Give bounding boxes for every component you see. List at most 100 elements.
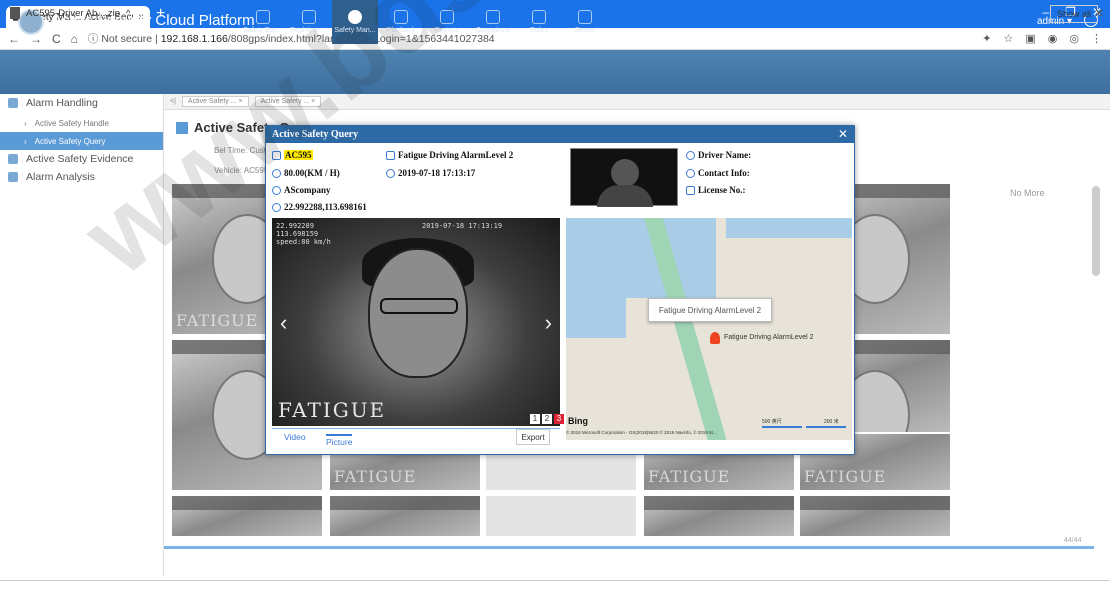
- contact-info: Contact Info:: [686, 168, 750, 178]
- playback-icon: [394, 10, 408, 24]
- alarm-marker-icon[interactable]: [710, 332, 720, 344]
- nav-real-time[interactable]: Real-time ...: [286, 0, 332, 44]
- bookmark-star-icon[interactable]: ☆: [1004, 32, 1014, 45]
- nav-label: Reports: [434, 27, 460, 34]
- map-copyright: © 2019 Microsoft Corporation - GS(2018)5…: [566, 430, 717, 435]
- page-button-active[interactable]: 3: [554, 414, 564, 424]
- page-button[interactable]: 2: [542, 414, 552, 424]
- page-button[interactable]: 1: [530, 414, 540, 424]
- sidebar-item-alarm-analysis[interactable]: Alarm Analysis: [0, 168, 163, 186]
- time-filter[interactable]: Bel Time: Custo: [214, 146, 270, 155]
- sidebar-item-active-safety-evidence[interactable]: Active Safety Evidence: [0, 150, 163, 168]
- tab-picture[interactable]: Picture: [326, 434, 353, 447]
- chevron-up-icon[interactable]: ^: [126, 8, 130, 19]
- security-label: Not secure: [101, 33, 153, 45]
- active-safety-query-dialog: Active Safety Query ✕ AC595 Fatigue Driv…: [265, 125, 855, 455]
- nav-label: Safety Man...: [334, 27, 376, 34]
- photo-timestamp: 2019-07-18 17:13:19: [422, 222, 503, 230]
- download-item[interactable]: AC595-Driver Ab....zip ^: [10, 7, 130, 19]
- person-icon: [686, 150, 695, 160]
- breadcrumb-tab[interactable]: Active Safety ... ×: [181, 96, 249, 107]
- operations-icon: [486, 10, 500, 24]
- breadcrumb-tab[interactable]: Active Safety ... ×: [254, 96, 322, 107]
- sidebar-item-alarm-handling[interactable]: Alarm Handling: [0, 94, 163, 112]
- show-all-button[interactable]: Show all: [1050, 5, 1099, 23]
- contact-label: Contact Info:: [698, 168, 750, 178]
- clock-icon: [386, 168, 395, 178]
- back-button[interactable]: ←: [8, 32, 20, 46]
- page-count: 44/44: [1064, 537, 1082, 544]
- time-info: 2019-07-18 17:13:17: [386, 168, 475, 178]
- evidence-tile[interactable]: [486, 454, 636, 490]
- tile-caption: FATIGUE: [804, 467, 887, 486]
- download-file-name: AC595-Driver Ab....zip: [26, 7, 120, 19]
- home-button[interactable]: ⌂: [71, 32, 78, 46]
- alarm-icon: [386, 150, 395, 160]
- scale-label-m: 200 米: [824, 419, 839, 425]
- nav-label: Rules: [530, 27, 548, 34]
- export-button[interactable]: Export: [516, 429, 550, 445]
- vehicle-id: AC595: [284, 150, 313, 160]
- evidence-tile[interactable]: [330, 496, 480, 536]
- evidence-tile[interactable]: [800, 496, 950, 536]
- breadcrumb-label: Active Safety ...: [260, 98, 310, 105]
- nav-safety-management[interactable]: Safety Man...: [332, 0, 378, 44]
- progress-line: [164, 546, 1094, 549]
- driver-silhouette-icon: [611, 159, 639, 187]
- nav-playback[interactable]: Playback: [378, 0, 424, 44]
- evidence-tile[interactable]: [172, 496, 322, 536]
- vehicle-filter[interactable]: Vehicle: AC595: [214, 166, 268, 175]
- breadcrumb-collapse-icon[interactable]: <|: [170, 98, 176, 105]
- url-host: 192.168.1.166: [160, 33, 228, 45]
- sidebar-item-active-safety-query[interactable]: › Active Safety Query: [0, 132, 163, 150]
- chevron-left-icon[interactable]: ‹: [280, 310, 287, 336]
- tab-video[interactable]: Video: [284, 432, 306, 442]
- nav-label: Safety Box...: [243, 27, 283, 34]
- nav-server[interactable]: Server: [562, 0, 608, 44]
- extensions: ✦ ☆ ▣ ◉ ◎ ⋮: [982, 32, 1102, 45]
- reload-button[interactable]: C: [52, 32, 61, 46]
- tile-caption: FATIGUE: [334, 467, 417, 486]
- evidence-icon: [8, 154, 18, 164]
- license-label: License No.:: [698, 185, 746, 195]
- map-popup[interactable]: Fatigue Driving AlarmLevel 2: [648, 298, 772, 322]
- shield-icon: [256, 10, 270, 24]
- location-pin-icon: [272, 202, 281, 212]
- safety-icon: [348, 10, 362, 24]
- nav-label: Server: [574, 27, 596, 34]
- company-icon: [272, 185, 281, 195]
- close-download-bar-icon[interactable]: ✕: [1094, 6, 1104, 20]
- extension-icon[interactable]: ◉: [1048, 32, 1058, 45]
- driver-name-label: Driver Name:: [698, 150, 752, 160]
- license-info: License No.:: [686, 185, 746, 195]
- driver-photo-thumbnail[interactable]: [570, 148, 678, 207]
- app-header: [0, 50, 1110, 94]
- chevron-right-icon[interactable]: ›: [545, 310, 552, 336]
- sidebar-item-active-safety-handle[interactable]: › Active Safety Handle: [0, 114, 163, 132]
- nav-safety-box[interactable]: Safety Box...: [240, 0, 286, 44]
- close-icon[interactable]: ✕: [838, 126, 848, 143]
- sidebar-item-label: Active Safety Evidence: [26, 153, 134, 165]
- license-icon: [686, 185, 695, 195]
- photo-overlay-text: 22.992289 113.698159 speed:80 km/h: [276, 222, 331, 246]
- main-nav: Safety Box... Real-time ... Safety Man..…: [240, 0, 608, 44]
- evidence-tile[interactable]: [644, 496, 794, 536]
- nav-rules[interactable]: Rules: [516, 0, 562, 44]
- sidebar-item-label: Active Safety Query: [34, 136, 106, 146]
- breadcrumb-label: Active Safety ...: [187, 98, 237, 105]
- scrollbar[interactable]: [1092, 186, 1100, 276]
- map-water: [726, 218, 852, 238]
- menu-icon[interactable]: ⋮: [1091, 32, 1102, 45]
- nav-reports[interactable]: Reports: [424, 0, 470, 44]
- alarm-icon: [8, 98, 18, 108]
- map[interactable]: Fatigue Driving AlarmLevel 2 Fatigue Dri…: [566, 218, 852, 440]
- analysis-icon: [8, 172, 18, 182]
- evidence-tile[interactable]: [486, 496, 636, 536]
- nav-operations[interactable]: Operations: [470, 0, 516, 44]
- company-info: AScompany: [272, 185, 331, 195]
- photo-pager: 1 2 3: [530, 414, 564, 424]
- profile-icon[interactable]: ◎: [1069, 32, 1079, 45]
- nav-label: Playback: [386, 27, 416, 34]
- extension-icon[interactable]: ✦: [982, 32, 991, 45]
- extension-icon[interactable]: ▣: [1025, 32, 1035, 45]
